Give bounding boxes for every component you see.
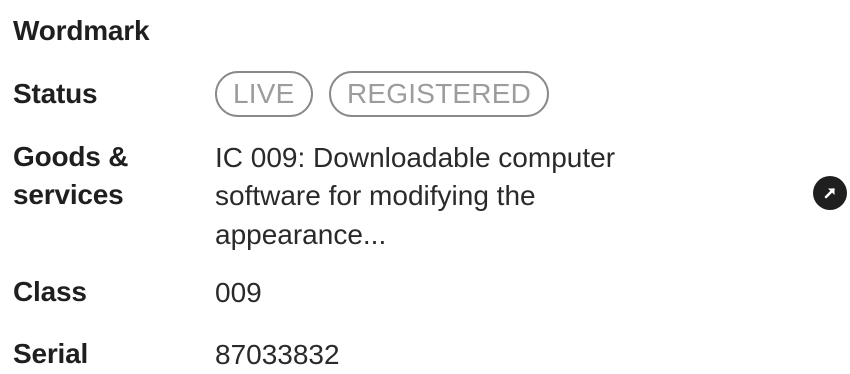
class-value: 009 bbox=[215, 277, 262, 308]
open-details-button[interactable] bbox=[813, 176, 847, 210]
status-label: Status bbox=[13, 78, 98, 109]
status-badge-registered: REGISTERED bbox=[329, 71, 550, 117]
class-label: Class bbox=[13, 276, 87, 307]
serial-label: Serial bbox=[13, 338, 89, 369]
wordmark-label: Wordmark bbox=[13, 15, 150, 46]
goods-services-line1: IC 009: Downloadable computer bbox=[215, 142, 616, 173]
goods-services-label-line2: services bbox=[13, 179, 124, 210]
goods-services-label-line1: Goods & bbox=[13, 141, 129, 172]
status-badge-live: LIVE bbox=[215, 71, 313, 117]
serial-value: 87033832 bbox=[215, 339, 340, 370]
goods-services-line3: appearance... bbox=[215, 219, 387, 250]
goods-services-line2: software for modifying the bbox=[215, 180, 536, 211]
arrow-up-right-icon bbox=[820, 183, 840, 203]
